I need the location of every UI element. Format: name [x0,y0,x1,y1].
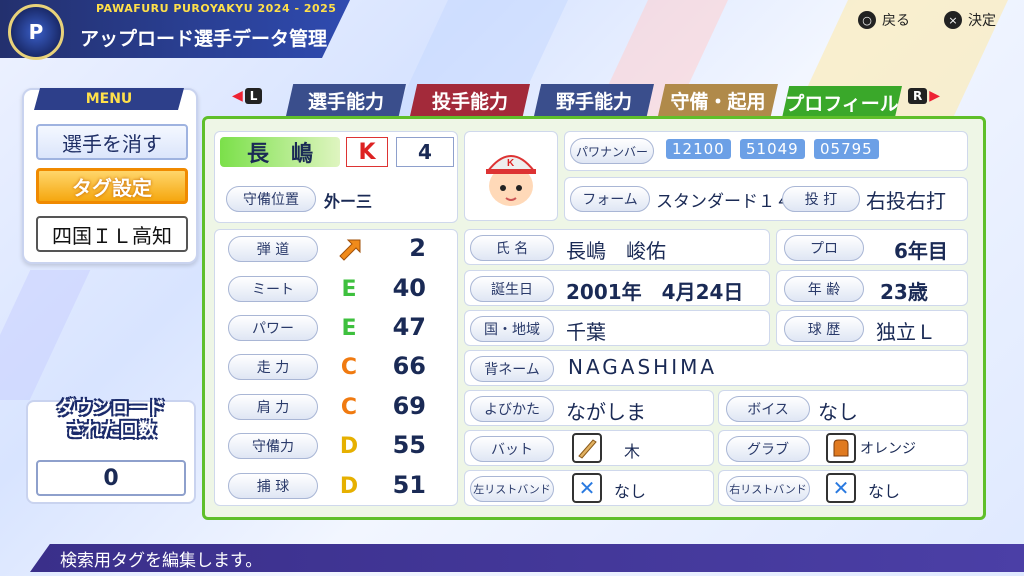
yomi-value: ながしま [566,400,646,424]
speed-grade: C [340,354,358,380]
delete-player-button[interactable]: 選手を消す [36,124,188,160]
power-value: 47 [392,313,426,341]
left-wristband-label: 左リストバンド [470,476,554,502]
catching-value: 51 [392,471,426,499]
catching-label: 捕 球 [228,473,318,499]
download-count-box: ダウンロード された回数 0 [26,398,196,504]
left-wristband-value: なし [614,482,647,501]
circle-button-icon: ○ [858,11,876,29]
glove-icon [826,433,856,463]
glove-value: オレンジ [860,441,916,457]
bat-value: 木 [624,442,641,461]
region-label: 国・地域 [470,316,554,342]
birthday-value: 2001年 4月24日 [566,280,744,304]
right-wristband-label: 右リストバンド [726,476,810,502]
side-menu: MENU 選手を消す タグ設定 四国ＩＬ高知 [22,88,198,264]
menu-title: MENU [34,88,184,110]
tag-settings-button[interactable]: タグ設定 [36,168,188,204]
bat-label: バット [470,436,554,462]
power-label: パワー [228,315,318,341]
tab-next-button[interactable]: R ▶ [906,88,940,104]
background-stripe [0,270,91,400]
download-count-value: 0 [36,460,186,496]
player-name: 長 嶋 [220,137,340,167]
cross-mark-icon: ✕ [826,473,856,503]
fielding-label: 守備力 [228,433,318,459]
speed-value: 66 [392,352,426,380]
player-avatar: K [464,131,558,221]
meet-grade: E [341,276,357,302]
position-label: 守備位置 [226,186,316,212]
speed-label: 走 力 [228,354,318,380]
voice-label: ボイス [726,396,810,422]
back-name-value: NAGASHIMA [568,355,718,379]
bat-icon [572,433,602,463]
catching-grade: D [339,473,359,499]
status-message: 検索用タグを編集します。 [30,544,1024,572]
download-count-title: ダウンロード された回数 [57,398,165,441]
tag-value-field[interactable]: 四国ＩＬ高知 [36,216,188,252]
pawa-number-2: 51049 [740,139,805,159]
cross-button-icon: × [944,11,962,29]
position-value: 外ー三 [324,192,373,211]
full-name-label: 氏 名 [470,235,554,261]
right-arrow-icon: ▶ [929,88,941,104]
fielding-grade: D [339,433,359,459]
fielding-value: 55 [392,431,426,459]
arm-grade: C [340,394,358,420]
confirm-button[interactable]: × 決定 [944,10,996,30]
pro-years-value: 6年目 [894,239,948,263]
trajectory-value: 2 [409,234,426,262]
history-value: 独立Ｌ [876,320,936,344]
right-wristband-value: なし [868,482,901,501]
header-subtitle: PAWAFURU PUROYAKYU 2024 - 2025 [96,2,337,15]
pro-years-label: プロ [784,235,864,261]
meet-value: 40 [392,274,426,302]
tab-defense-usage[interactable]: 守備・起用 [658,84,778,116]
tab-fielder-ability[interactable]: 野手能力 [534,84,654,116]
back-button[interactable]: ○ 戻る [858,10,910,30]
yomi-label: よびかた [470,396,554,422]
region-value: 千葉 [566,320,606,344]
form-label: フォーム [570,186,650,212]
pawa-number-3: 05795 [814,139,879,159]
back-name-label: 背ネーム [470,356,554,382]
svg-text:K: K [507,158,515,169]
glove-label: グラブ [726,436,810,462]
arm-value: 69 [392,392,426,420]
meet-label: ミート [228,276,318,302]
history-label: 球 歴 [784,316,864,342]
voice-value: なし [818,400,858,424]
trajectory-label: 弾 道 [228,236,318,262]
cross-mark-icon: ✕ [572,473,602,503]
uniform-number: 4 [396,137,454,167]
throw-bat-label: 投 打 [782,186,860,212]
tab-pitcher-ability[interactable]: 投手能力 [410,84,530,116]
age-value: 23歳 [880,280,928,304]
pawa-number-1: 12100 [666,139,731,159]
team-mark: K [346,137,388,167]
trajectory-arrow-icon [336,236,364,262]
left-arrow-icon: ◀ [232,88,243,104]
throw-bat-value: 右投右打 [866,189,946,213]
tab-player-ability[interactable]: 選手能力 [286,84,406,116]
tab-prev-button[interactable]: ◀ L [232,88,264,104]
pawa-number-label: パワナンバー [570,138,654,164]
arm-label: 肩 力 [228,394,318,420]
power-grade: E [341,315,357,341]
birthday-label: 誕生日 [470,276,554,302]
page-title: アップロード選手データ管理 [80,28,328,50]
tab-profile[interactable]: プロフィール [782,86,902,118]
age-label: 年 齢 [784,276,864,302]
game-logo: P [8,4,64,60]
form-value: スタンダード１４ [656,192,792,212]
full-name-value: 長嶋 峻佑 [566,239,666,263]
player-face-icon: K [485,155,537,206]
